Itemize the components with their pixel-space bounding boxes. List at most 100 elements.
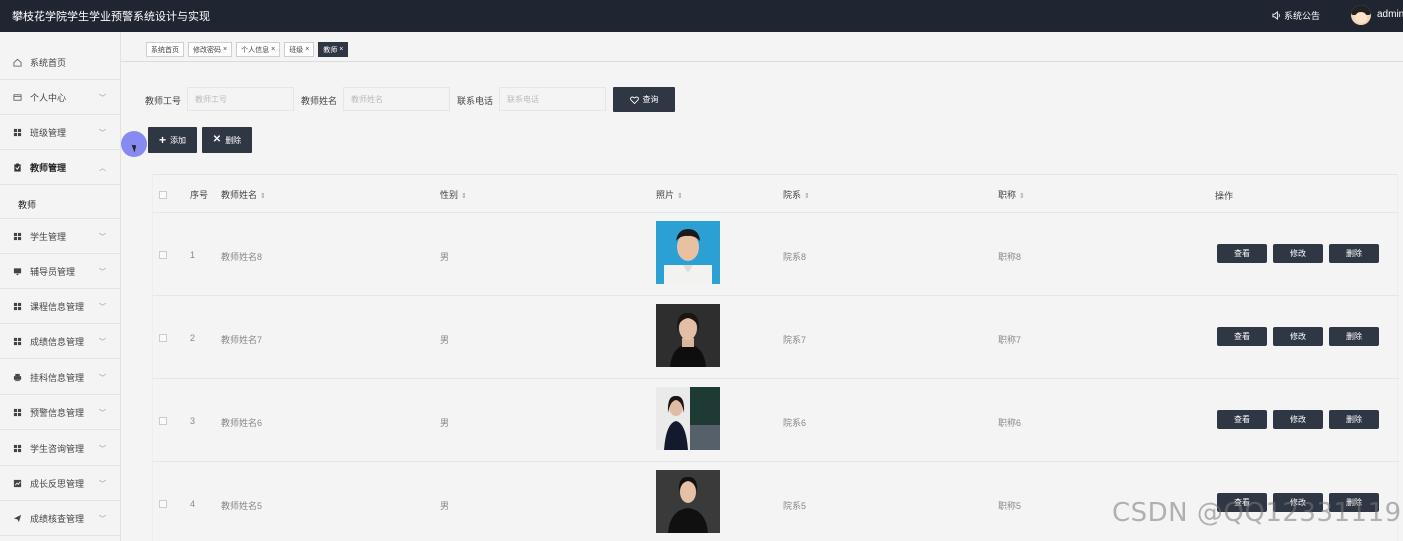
close-icon[interactable]: × [339, 46, 343, 53]
sidebar-item-home[interactable]: 系统首页 [0, 46, 120, 80]
delete-button[interactable]: 删除 [1329, 244, 1379, 263]
teacher-table: 序号 教师姓名 ⇕ 性别 ⇕ 照片 ⇕ 院系 ⇕ 职称 ⇕ 操作 1 教师姓名8 男 院系… [152, 174, 1399, 541]
send-icon [13, 514, 22, 523]
col-name[interactable]: 教师姓名 ⇕ [221, 188, 266, 201]
sidebar-item-teacher[interactable]: 教师管理 ︿ [0, 151, 120, 185]
id-card-icon [13, 94, 22, 101]
watermark: CSDN @QQ123311197 [1112, 498, 1403, 528]
delete-button[interactable]: 删除 [1329, 410, 1379, 429]
view-button[interactable]: 查看 [1217, 410, 1267, 429]
teacher-photo [656, 387, 720, 450]
user-name[interactable]: admin [1377, 9, 1403, 20]
sidebar-item-label: 成长反思管理 [30, 479, 85, 489]
chevron-down-icon: ﹀ [99, 303, 106, 311]
monitor-icon [13, 268, 22, 276]
sidebar-subitem-label: 教师 [18, 200, 37, 210]
cell-name: 教师姓名7 [221, 335, 263, 345]
cell-gender: 男 [440, 252, 450, 262]
tab-label: 系统首页 [151, 46, 179, 54]
chart-icon [13, 479, 22, 488]
delete-selected-button[interactable]: ✕ 删除 [202, 127, 252, 153]
col-dept[interactable]: 院系 ⇕ [783, 188, 810, 201]
edit-button[interactable]: 修改 [1273, 244, 1323, 263]
clipboard-icon [14, 163, 21, 172]
row-checkbox[interactable] [159, 251, 167, 259]
row-checkbox[interactable] [159, 500, 167, 508]
col-index: 序号 [190, 190, 209, 200]
sidebar-item-label: 学生咨询管理 [30, 444, 85, 454]
sidebar-item-score[interactable]: 成绩信息管理 ﹀ [0, 325, 120, 359]
cell-dept: 院系5 [783, 501, 807, 511]
notice-label: 系统公告 [1284, 11, 1321, 21]
teacher-name-input[interactable] [343, 87, 450, 111]
close-icon[interactable]: × [305, 46, 309, 53]
add-button[interactable]: + 添加 [148, 127, 197, 153]
sidebar-item-course[interactable]: 课程信息管理 ﹀ [0, 290, 120, 324]
tab-label: 教师 [323, 46, 338, 54]
system-notice-link[interactable]: 系统公告 [1272, 9, 1320, 22]
tab-label: 修改密码 [193, 46, 221, 54]
select-all-checkbox[interactable] [159, 191, 167, 199]
col-photo[interactable]: 照片 ⇕ [656, 188, 683, 201]
tab-personal-info[interactable]: 个人信息 × [236, 42, 281, 57]
table-row: 1 教师姓名8 男 院系8 职称8 查看 修改 删除 [153, 213, 1399, 296]
sidebar-item-warning[interactable]: 预警信息管理 ﹀ [0, 396, 120, 430]
cell-gender: 男 [440, 501, 450, 511]
teacher-id-input[interactable] [187, 87, 294, 111]
cell-dept: 院系6 [783, 418, 807, 428]
phone-input[interactable] [499, 87, 606, 111]
user-avatar[interactable] [1351, 5, 1371, 25]
sidebar-item-personal[interactable]: 个人中心 ﹀ [0, 81, 120, 115]
chevron-down-icon: ﹀ [99, 445, 106, 453]
sidebar-item-label: 个人中心 [30, 93, 67, 103]
tab-label: 班级 [289, 46, 304, 54]
edit-button[interactable]: 修改 [1273, 410, 1323, 429]
close-icon: ✕ [212, 134, 222, 145]
sidebar-item-consult[interactable]: 学生咨询管理 ﹀ [0, 432, 120, 466]
edit-button[interactable]: 修改 [1273, 327, 1323, 346]
chevron-down-icon: ﹀ [99, 374, 106, 382]
table-header: 序号 教师姓名 ⇕ 性别 ⇕ 照片 ⇕ 院系 ⇕ 职称 ⇕ 操作 [153, 175, 1399, 213]
row-checkbox[interactable] [159, 334, 167, 342]
col-ops: 操作 [1215, 191, 1234, 201]
col-gender[interactable]: 性别 ⇕ [440, 188, 467, 201]
cell-name: 教师姓名6 [221, 418, 263, 428]
view-button[interactable]: 查看 [1217, 327, 1267, 346]
phone-label: 联系电话 [457, 96, 494, 106]
row-checkbox[interactable] [159, 417, 167, 425]
query-button[interactable]: 查询 [613, 87, 675, 112]
tab-change-password[interactable]: 修改密码 × [188, 42, 233, 57]
delete-label: 删除 [225, 135, 242, 145]
sidebar-subitem-teacher[interactable]: 教师 [0, 187, 120, 219]
close-icon[interactable]: × [271, 46, 275, 53]
sidebar-item-class[interactable]: 班级管理 ﹀ [0, 116, 120, 150]
sidebar-item-student[interactable]: 学生管理 ﹀ [0, 220, 120, 254]
sort-icon: ⇕ [677, 193, 683, 200]
heart-icon [629, 96, 639, 104]
app-title: 攀枝花学院学生学业预警系统设计与实现 [12, 11, 210, 23]
view-button[interactable]: 查看 [1217, 244, 1267, 263]
grid-icon [13, 302, 22, 311]
col-title[interactable]: 职称 ⇕ [998, 188, 1025, 201]
sidebar-item-fail[interactable]: 挂科信息管理 ﹀ [0, 361, 120, 395]
sidebar-item-verify[interactable]: 成绩核查管理 ﹀ [0, 502, 120, 536]
chevron-down-icon: ﹀ [99, 129, 106, 137]
tab-class[interactable]: 班级 × [284, 42, 315, 57]
cell-title: 职称6 [998, 418, 1022, 428]
close-icon[interactable]: × [223, 46, 227, 53]
sidebar-item-label: 成绩核查管理 [30, 514, 85, 524]
chevron-down-icon: ﹀ [99, 94, 106, 102]
cell-name: 教师姓名5 [221, 501, 263, 511]
tab-home[interactable]: 系统首页 [146, 42, 184, 57]
delete-button[interactable]: 删除 [1329, 327, 1379, 346]
sort-icon: ⇕ [804, 193, 810, 200]
sidebar-item-label: 挂科信息管理 [30, 373, 85, 383]
sidebar-item-counselor[interactable]: 辅导员管理 ﹀ [0, 255, 120, 289]
sidebar-item-growth[interactable]: 成长反思管理 ﹀ [0, 467, 120, 501]
tab-teacher[interactable]: 教师 × [318, 42, 349, 57]
cell-title: 职称7 [998, 335, 1022, 345]
add-label: 添加 [170, 135, 186, 145]
tab-label: 个人信息 [241, 46, 270, 54]
sort-icon: ⇕ [1019, 193, 1025, 200]
grid-icon [13, 337, 22, 346]
